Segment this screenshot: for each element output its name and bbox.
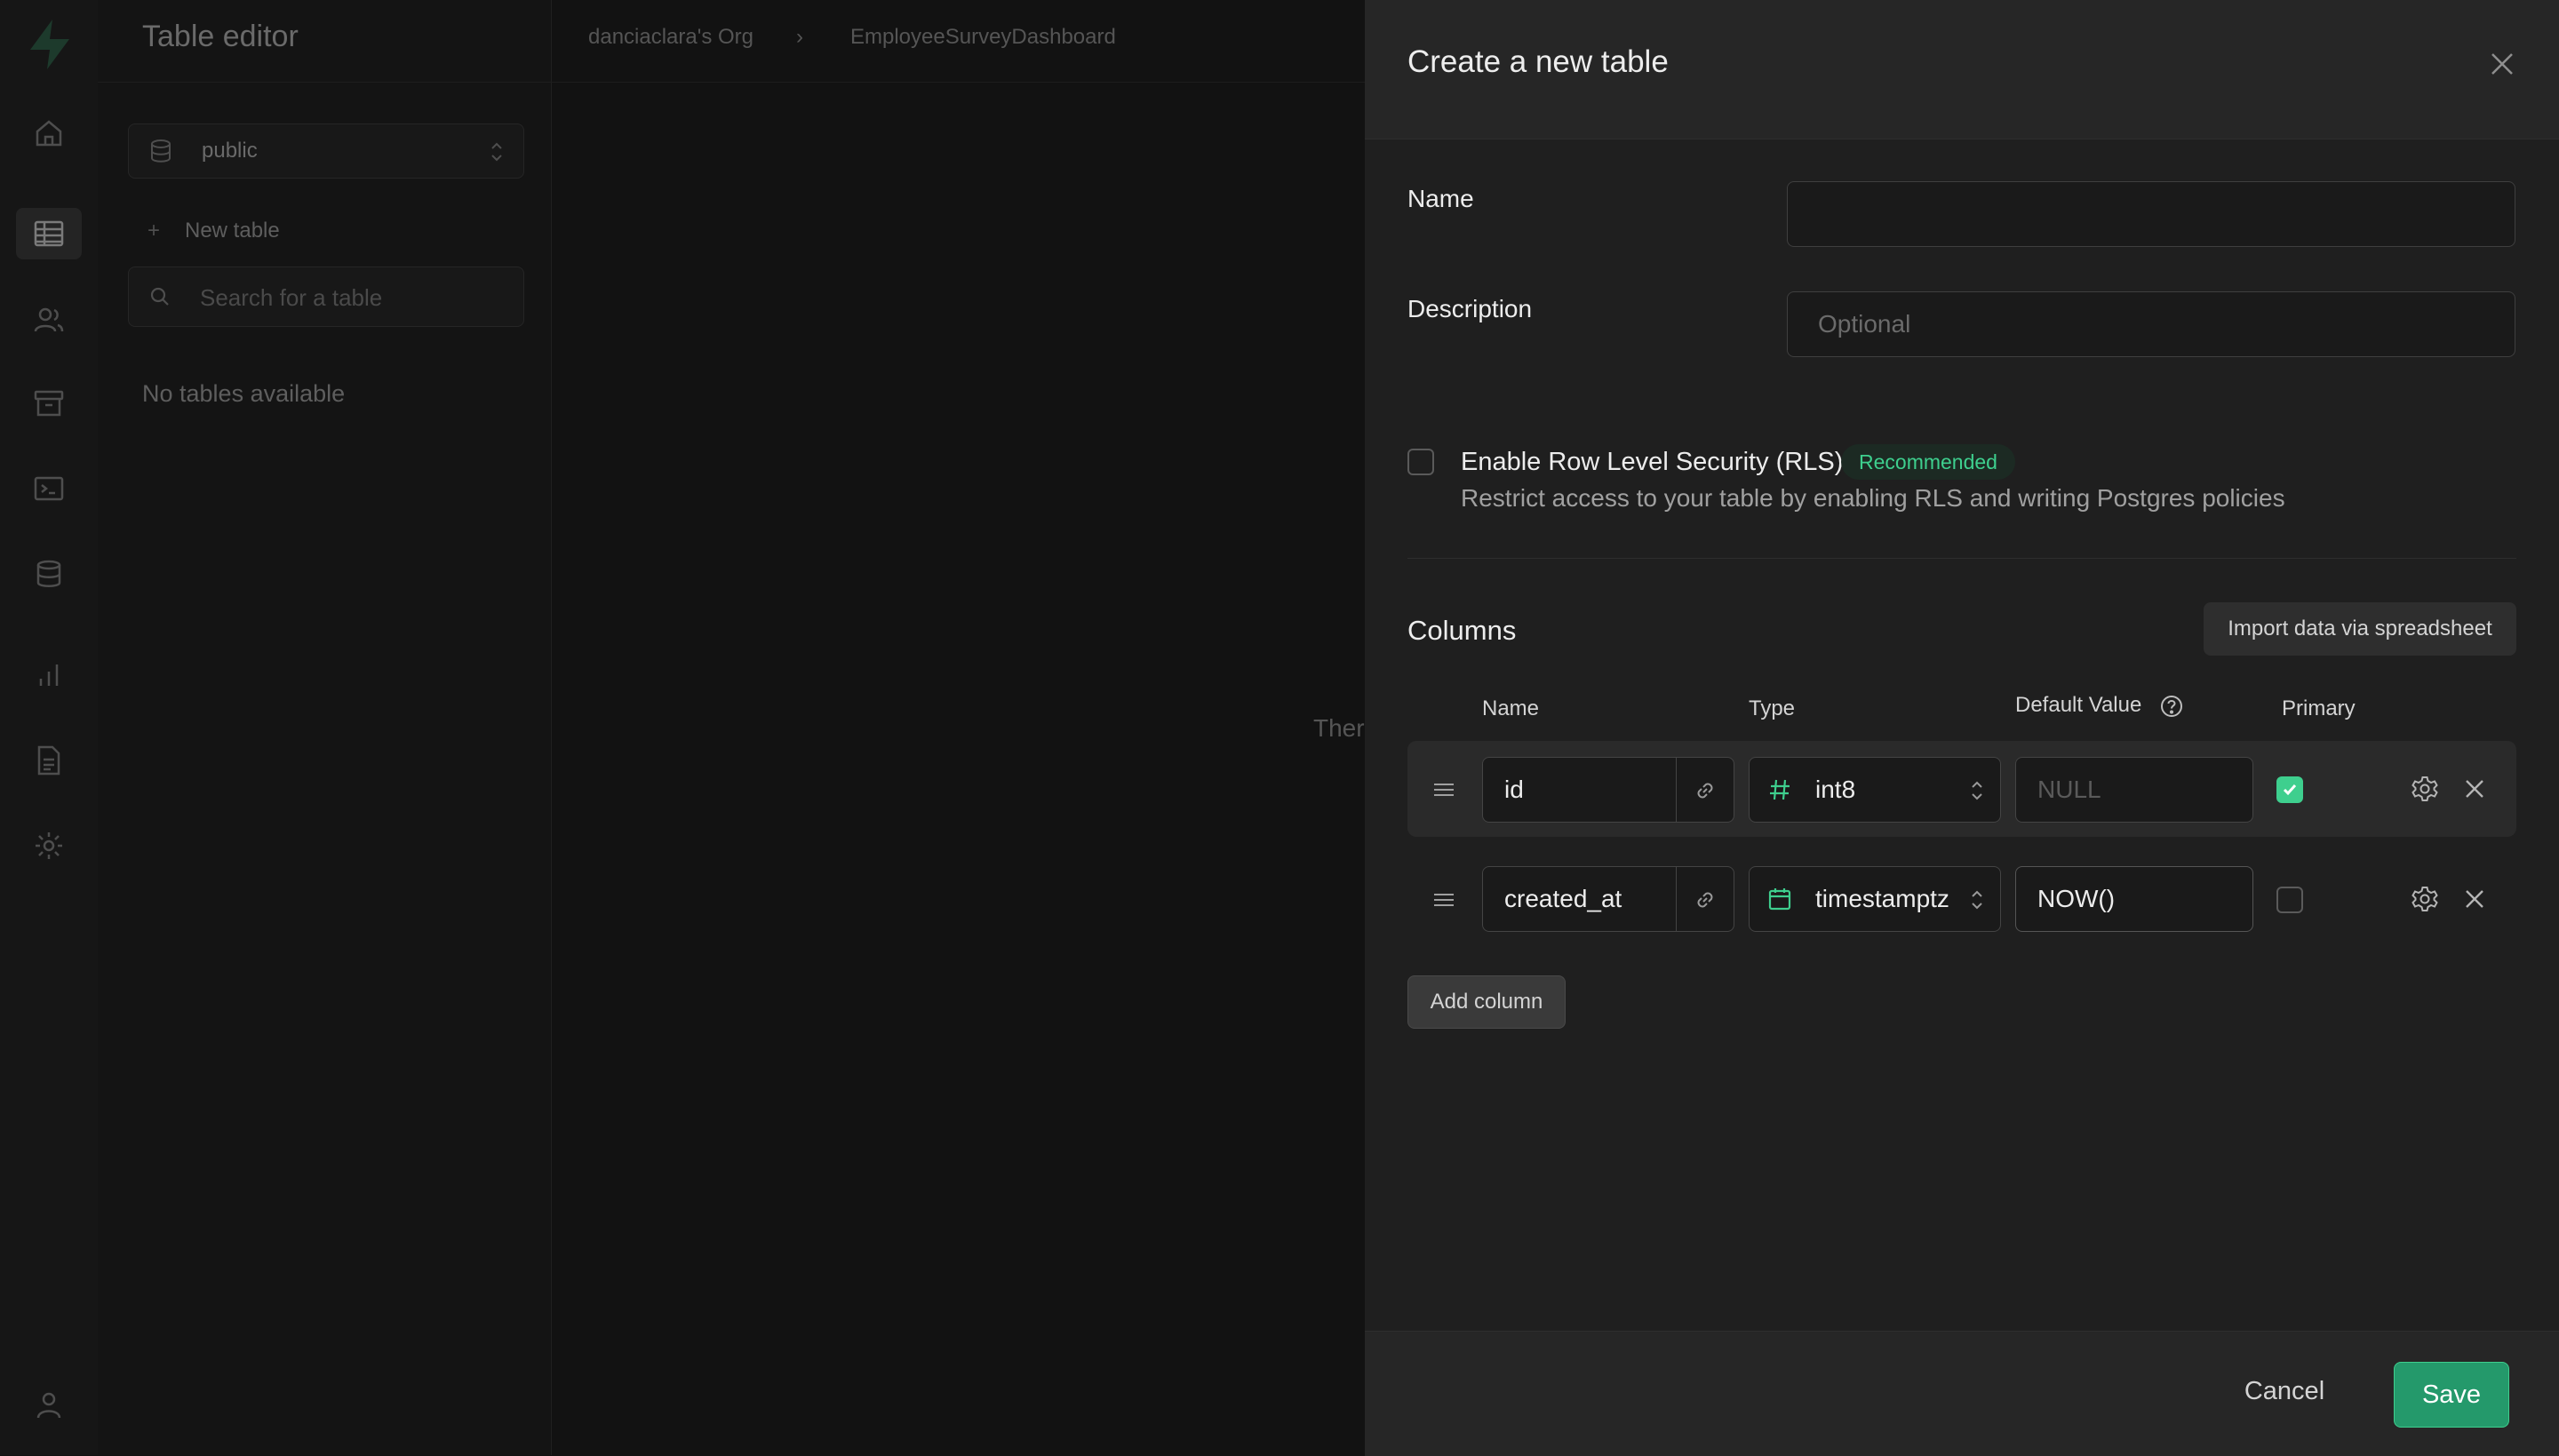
columns-title: Columns — [1407, 615, 1517, 646]
recommended-badge: Recommended — [1841, 444, 2015, 480]
table-description-input[interactable] — [1787, 291, 2515, 357]
breadcrumb-separator-icon: › — [796, 25, 803, 49]
logs-icon[interactable] — [31, 743, 67, 778]
remove-column-icon[interactable] — [2459, 774, 2490, 804]
column-header-name: Name — [1482, 696, 1540, 720]
schema-label: public — [202, 139, 258, 163]
rls-description: Restrict access to your table by enablin… — [1461, 484, 2285, 512]
help-circle-icon[interactable] — [2158, 693, 2185, 720]
panel-header: Create a new table — [1365, 0, 2559, 139]
table-search[interactable]: Search for a table — [128, 267, 524, 327]
supabase-logo-icon[interactable] — [25, 18, 75, 71]
calendar-icon — [1768, 888, 1791, 911]
column-type-value: int8 — [1815, 776, 1856, 803]
nav-rail — [0, 0, 99, 1455]
terminal-icon[interactable] — [31, 471, 67, 506]
storage-icon[interactable] — [31, 386, 67, 421]
settings-icon[interactable] — [31, 828, 67, 863]
drag-handle-icon[interactable] — [1431, 887, 1457, 913]
account-icon[interactable] — [31, 1388, 67, 1423]
primary-key-checkbox[interactable] — [2276, 776, 2303, 803]
column-type-value: timestamptz — [1815, 885, 1949, 912]
search-icon — [150, 287, 169, 306]
column-type-select[interactable]: int8 — [1749, 757, 2001, 823]
column-name-value: created_at — [1504, 885, 1622, 912]
gear-icon[interactable] — [2410, 884, 2440, 914]
rls-title: Enable Row Level Security (RLS) — [1461, 448, 1844, 476]
create-table-panel: Create a new table Name Description Enab… — [1365, 0, 2559, 1456]
column-type-select[interactable]: timestamptz — [1749, 866, 2001, 932]
description-label: Description — [1407, 295, 1533, 322]
background-message: Ther — [1313, 714, 1365, 742]
plus-icon: + — [147, 219, 161, 243]
column-name-value: id — [1504, 776, 1524, 803]
panel-title: Create a new table — [1407, 44, 1669, 79]
users-icon[interactable] — [31, 302, 67, 338]
sidebar-divider — [98, 82, 551, 83]
database-icon[interactable] — [31, 556, 67, 592]
gear-icon[interactable] — [2410, 774, 2440, 804]
save-button[interactable]: Save — [2394, 1362, 2509, 1428]
link-icon[interactable] — [1692, 777, 1718, 804]
column-header-primary: Primary — [2282, 696, 2356, 720]
empty-state-text: No tables available — [142, 380, 346, 407]
column-header-default: Default Value — [2015, 693, 2142, 717]
chevron-up-down-icon — [1972, 890, 1982, 910]
default-value-input[interactable] — [2015, 866, 2253, 932]
primary-key-checkbox[interactable] — [2276, 887, 2303, 913]
rls-checkbox[interactable] — [1407, 449, 1434, 475]
table-name-input[interactable] — [1787, 181, 2515, 247]
breadcrumb-org[interactable]: danciaclara's Org — [588, 25, 753, 50]
name-label: Name — [1407, 185, 1474, 212]
panel-footer: Cancel Save — [1365, 1331, 2559, 1456]
chevron-up-down-icon — [491, 142, 502, 162]
drag-handle-icon[interactable] — [1431, 776, 1457, 803]
table-editor-sidebar: Table editor public + New table Search fo… — [98, 0, 552, 1455]
field-separator — [1676, 758, 1677, 822]
column-name-field[interactable]: created_at — [1482, 866, 1734, 932]
close-icon[interactable] — [2486, 48, 2518, 80]
chevron-up-down-icon — [1972, 781, 1982, 800]
column-header-type: Type — [1749, 696, 1796, 720]
schema-selector[interactable]: public — [128, 123, 524, 179]
search-placeholder: Search for a table — [200, 284, 383, 311]
home-icon[interactable] — [31, 115, 67, 151]
field-separator — [1676, 867, 1677, 931]
breadcrumb-project[interactable]: EmployeeSurveyDashboard — [850, 25, 1116, 50]
database-icon — [151, 139, 171, 163]
remove-column-icon[interactable] — [2459, 884, 2490, 914]
reports-icon[interactable] — [31, 657, 67, 693]
sidebar-title: Table editor — [142, 20, 299, 53]
link-icon[interactable] — [1692, 887, 1718, 913]
hash-icon — [1770, 779, 1790, 800]
table-editor-icon[interactable] — [16, 208, 82, 259]
new-table-label: New table — [185, 219, 280, 243]
import-spreadsheet-button[interactable]: Import data via spreadsheet — [2204, 602, 2516, 656]
cancel-button[interactable]: Cancel — [2230, 1358, 2339, 1424]
check-icon — [2283, 784, 2297, 796]
section-divider — [1407, 558, 2516, 559]
new-table-button[interactable]: + New table — [147, 219, 280, 243]
column-name-field[interactable]: id — [1482, 757, 1734, 823]
default-value-input[interactable] — [2015, 757, 2253, 823]
add-column-button[interactable]: Add column — [1407, 975, 1566, 1029]
